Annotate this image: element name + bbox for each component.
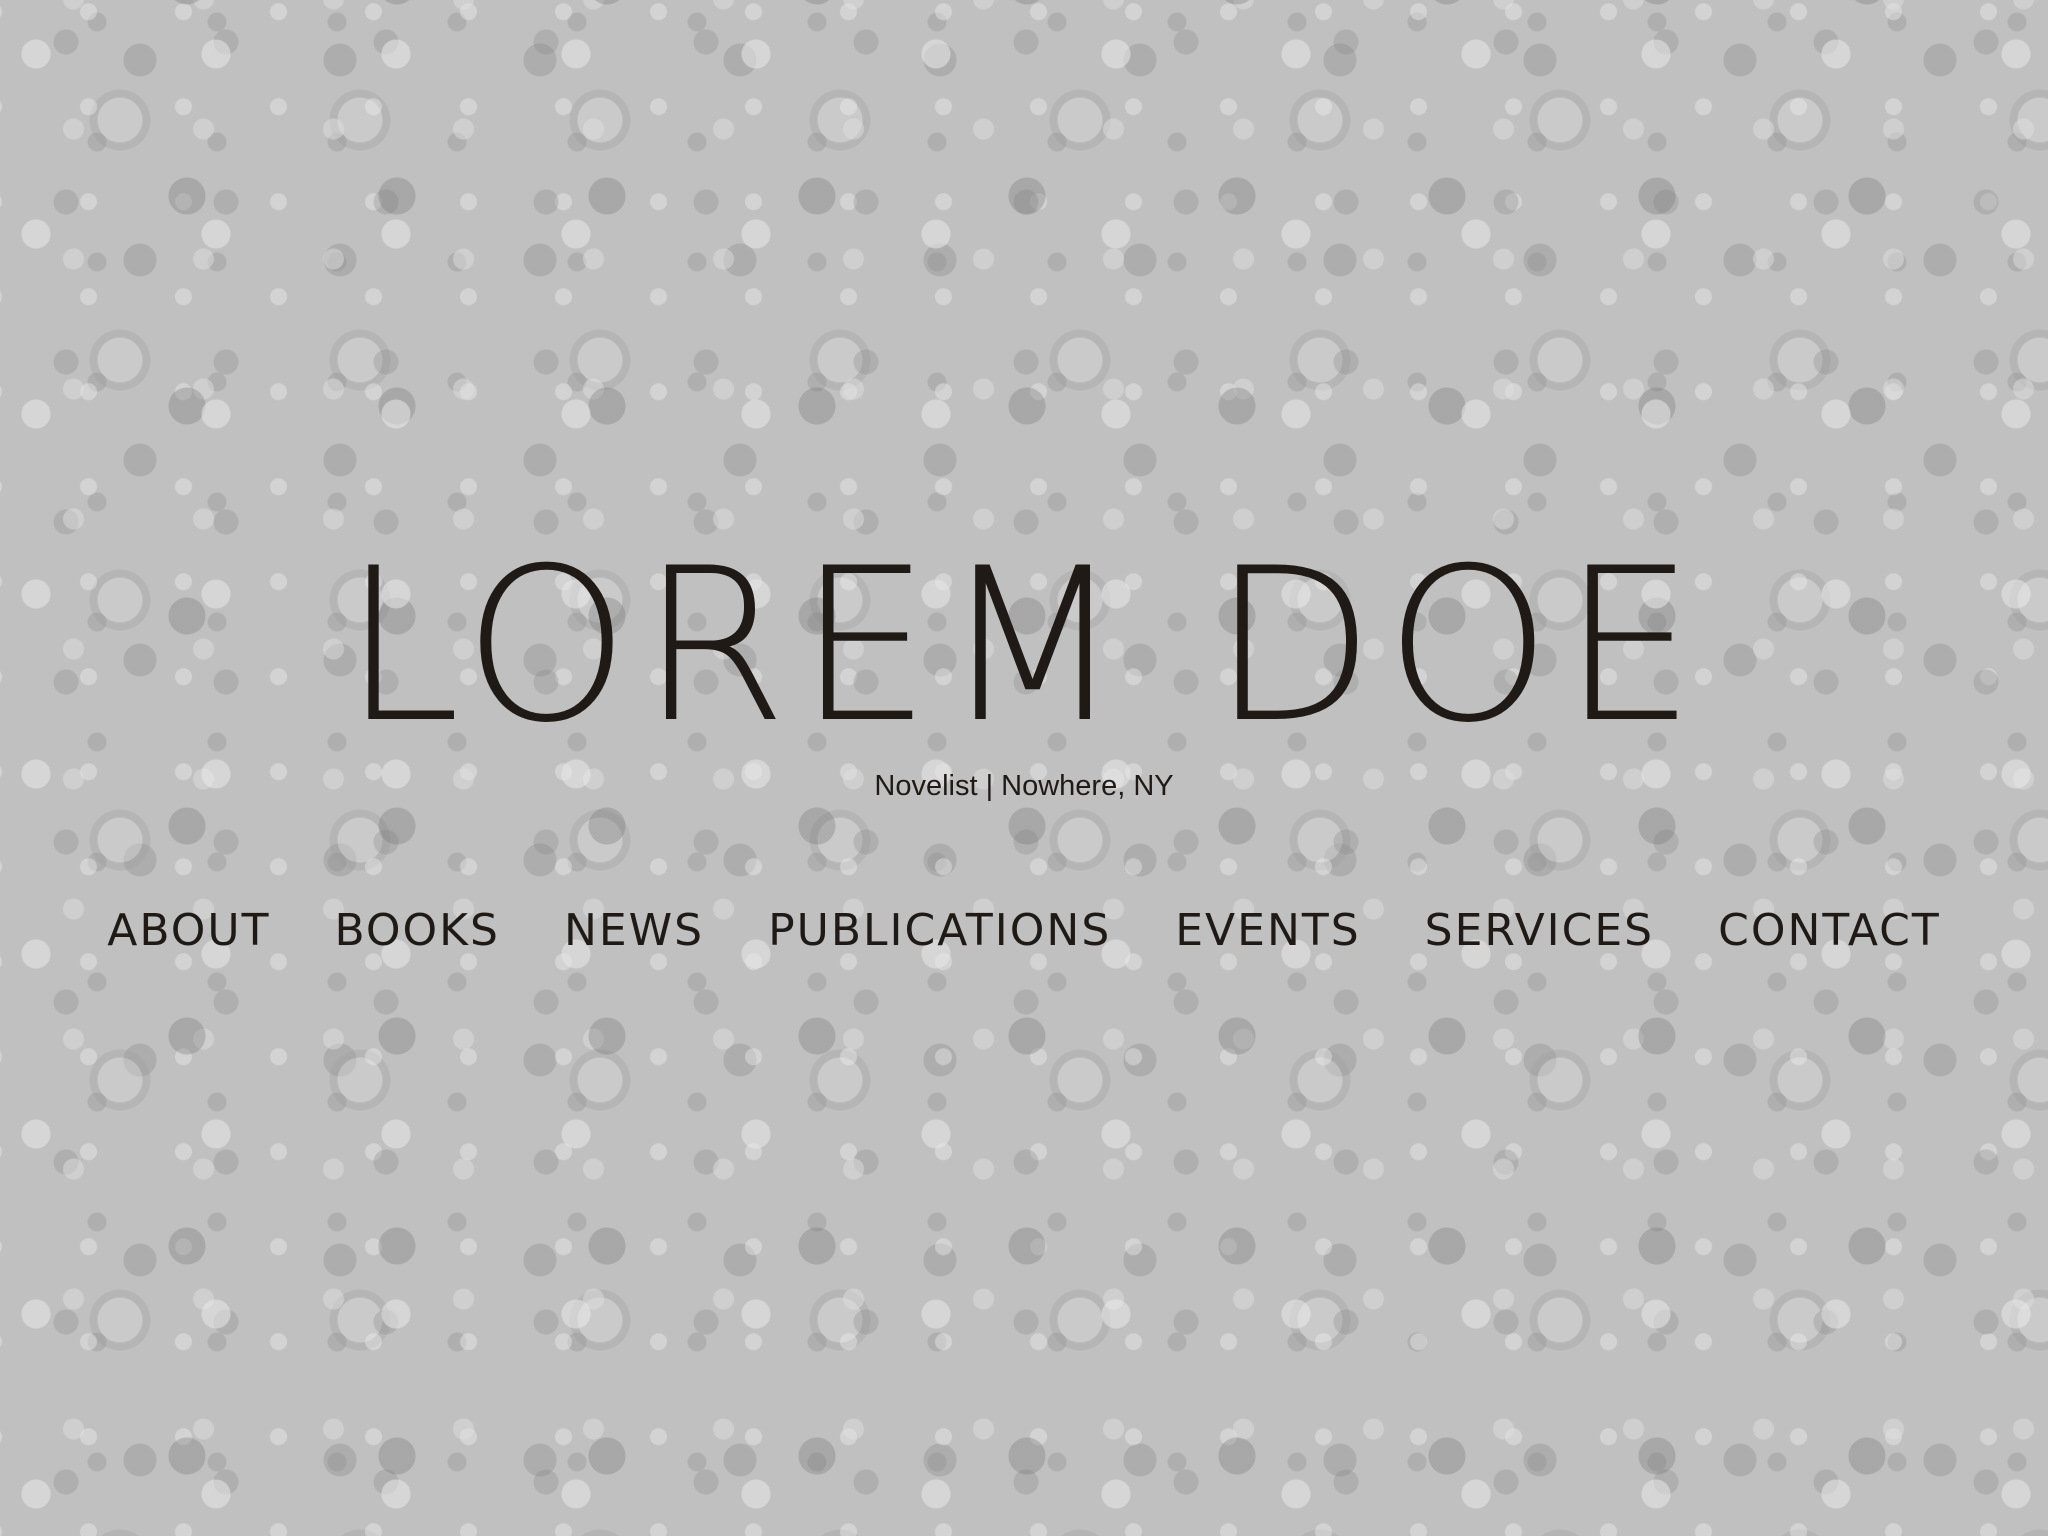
site-tagline: Novelist | Nowhere, NY xyxy=(874,770,1174,802)
nav-link-about[interactable]: ABOUT xyxy=(107,905,270,956)
nav-link-events[interactable]: EVENTS xyxy=(1175,905,1360,956)
main-navigation: ABOUT BOOKS NEWS PUBLICATIONS EVENTS SER… xyxy=(0,905,2048,956)
nav-link-news[interactable]: NEWS xyxy=(564,905,704,956)
nav-link-services[interactable]: SERVICES xyxy=(1425,905,1654,956)
nav-link-publications[interactable]: PUBLICATIONS xyxy=(768,905,1111,956)
nav-link-books[interactable]: BOOKS xyxy=(334,905,499,956)
nav-link-contact[interactable]: CONTACT xyxy=(1718,905,1941,956)
site-title: LOREM DOE xyxy=(342,522,1706,769)
